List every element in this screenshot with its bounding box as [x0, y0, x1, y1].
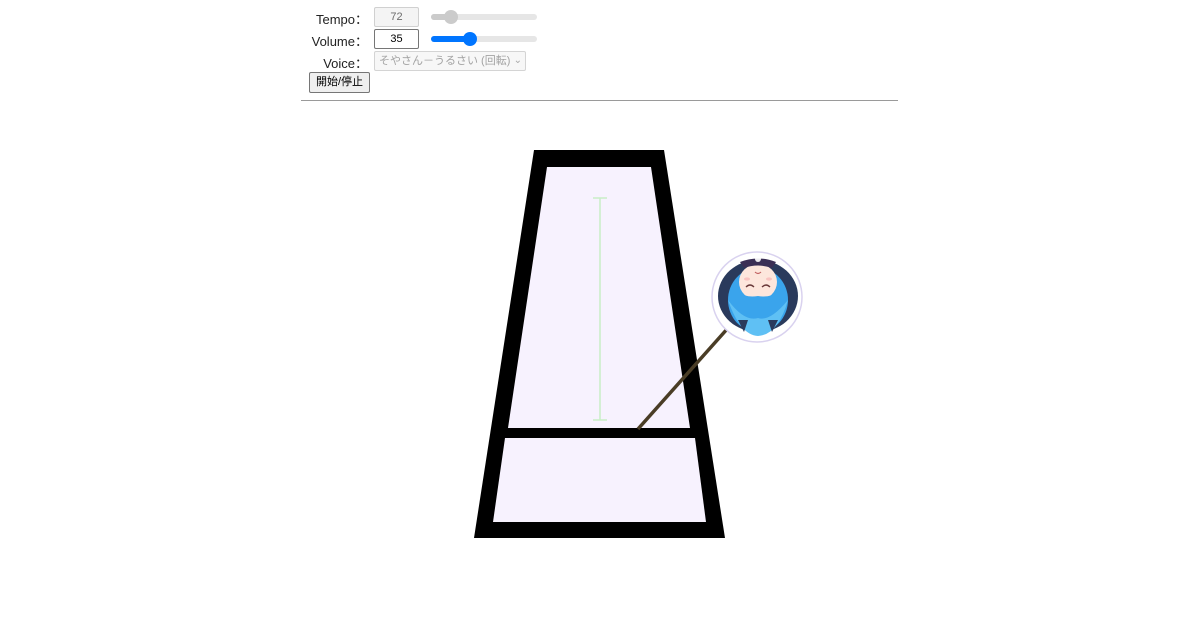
metronome-page: Tempo： 72 Volume： 35 Voice： そやさん－うるさい (回…: [0, 0, 1200, 630]
metronome-graphic: [474, 150, 803, 538]
metronome-lower-window: [493, 438, 706, 522]
pendulum-bob: [711, 251, 803, 343]
